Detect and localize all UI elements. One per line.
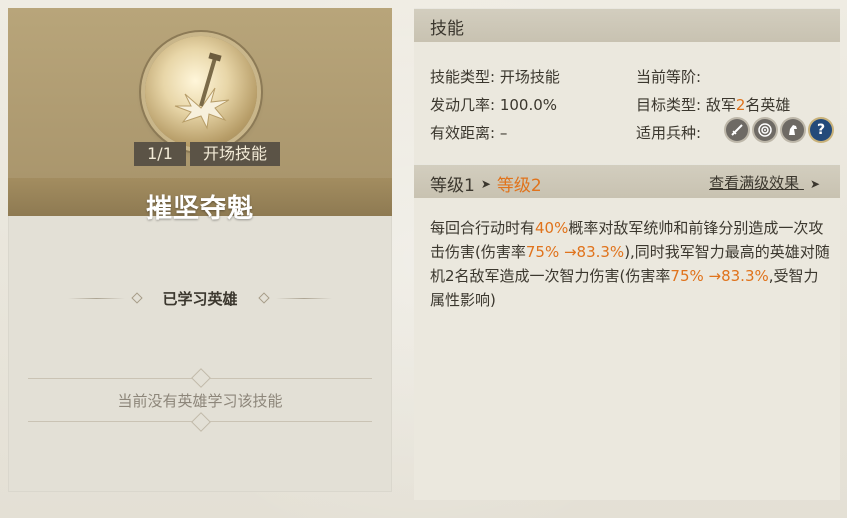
empty-heroes-box: 当前没有英雄学习该技能	[28, 368, 372, 432]
desc-chance: 40%	[535, 219, 569, 237]
range-row: 有效距离: –	[430, 122, 507, 143]
level-tabs: 等级1 ➤ 等级2	[430, 171, 542, 196]
chevron-right-icon: ➤	[480, 176, 491, 191]
sword-icon[interactable]	[726, 119, 748, 141]
range-label: 有效距离:	[430, 124, 496, 142]
skill-name: 摧坚夺魁	[145, 194, 254, 224]
target-type-label: 目标类型:	[636, 96, 702, 114]
level-bar: 等级1 ➤ 等级2 查看满级效果 ➤	[414, 164, 840, 198]
skill-detail-panel: 技能 技能类型: 开场技能 当前等阶: 发动几率: 100.0% 目标类型: 敌…	[414, 8, 840, 500]
desc-damage-1: 75% →83.3%	[525, 243, 625, 261]
current-level-label: 当前等阶:	[636, 68, 702, 86]
target-type-prefix: 敌军	[705, 96, 736, 114]
current-level-row: 当前等阶:	[636, 66, 701, 87]
skill-header-bar: 技能	[414, 8, 840, 42]
skill-type-badge: 开场技能	[190, 142, 280, 166]
target-type-row: 目标类型: 敌军2名英雄	[636, 94, 790, 115]
view-max-effect-link[interactable]: 查看满级效果 ➤	[709, 172, 826, 193]
learned-heroes-title: 已学习英雄	[68, 286, 333, 310]
panel-title: 技能	[430, 19, 464, 39]
view-max-label: 查看满级效果	[709, 174, 800, 192]
skill-medal-icon	[145, 36, 257, 148]
troop-icons: ?	[726, 119, 832, 141]
horse-icon[interactable]	[782, 119, 804, 141]
skill-description: 每回合行动时有40%概率对敌军统帅和前锋分别造成一次攻击伤害(伤害率75% →8…	[430, 216, 830, 312]
skill-type-row: 技能类型: 开场技能	[430, 66, 560, 87]
divider-line	[68, 297, 125, 299]
range-value: –	[499, 124, 508, 142]
skill-type-value: 开场技能	[499, 68, 560, 86]
trigger-rate-label: 发动几率:	[430, 96, 496, 114]
learned-heroes-label: 已学习英雄	[162, 289, 238, 308]
divider-line	[275, 297, 333, 299]
target-type-suffix: 名英雄	[745, 96, 791, 114]
target-count: 2	[735, 96, 746, 114]
troop-label: 适用兵种:	[636, 124, 702, 142]
trigger-rate-value: 100.0%	[499, 96, 558, 114]
skill-level-badge: 1/1	[134, 142, 186, 166]
trigger-rate-row: 发动几率: 100.0%	[430, 94, 557, 115]
tab-level-1[interactable]: 等级1	[430, 176, 475, 196]
desc-part-1: 每回合行动时有	[430, 219, 536, 237]
diamond-icon	[257, 292, 270, 304]
diamond-icon	[130, 292, 143, 304]
tab-level-2[interactable]: 等级2	[497, 176, 542, 196]
skill-type-label: 技能类型:	[430, 68, 496, 86]
empty-heroes-text: 当前没有英雄学习该技能	[117, 391, 283, 410]
chevron-right-icon: ➤	[809, 177, 820, 191]
question-icon[interactable]: ?	[810, 119, 832, 141]
desc-damage-2: 75% →83.3%	[670, 267, 769, 285]
target-icon[interactable]	[754, 119, 776, 141]
troop-row: 适用兵种:	[636, 122, 701, 143]
skill-card-header: 1/1 开场技能 摧坚夺魁	[8, 8, 392, 224]
skill-card: 1/1 开场技能 摧坚夺魁 已学习英雄 当前没有英雄学习该技能	[8, 8, 392, 492]
